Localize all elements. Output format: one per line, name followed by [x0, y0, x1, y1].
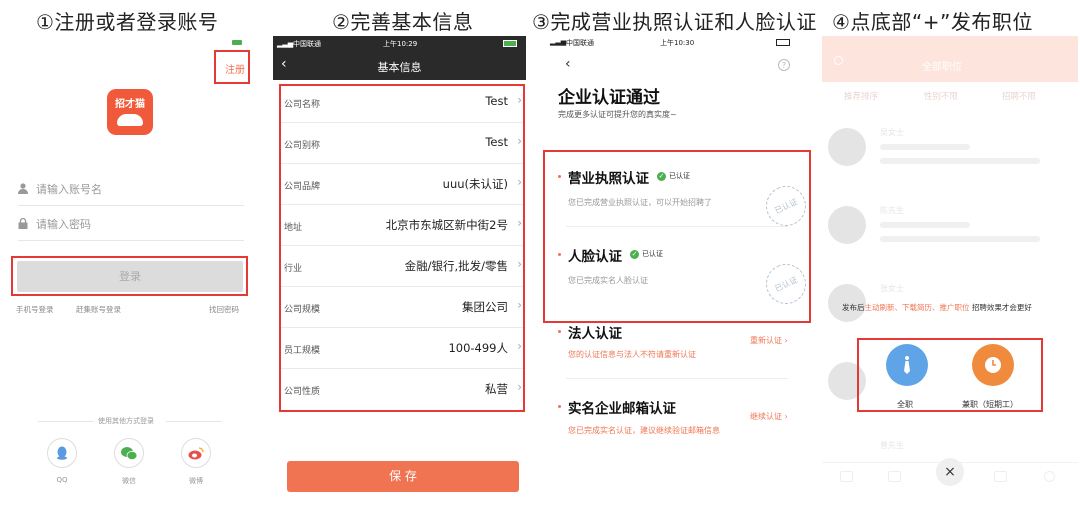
- divider-right: [166, 421, 222, 422]
- account-placeholder: 请输入账号名: [36, 182, 102, 196]
- qq-login-button[interactable]: [47, 438, 77, 468]
- logo-text: 招才猫: [115, 99, 145, 110]
- wechat-login-button[interactable]: [114, 438, 144, 468]
- ghost-name: 张女士: [880, 284, 904, 293]
- carrier-label: 中国联通: [566, 39, 594, 47]
- forgot-password-link[interactable]: 找回密码: [209, 304, 239, 315]
- signal-icon: ▂▃▅: [550, 38, 567, 46]
- page-title: 基本信息: [377, 61, 422, 74]
- qq-label: QQ: [56, 476, 68, 484]
- status-time: 上午10:30: [660, 39, 695, 47]
- ganji-login-link[interactable]: 赶集账号登录: [76, 304, 121, 315]
- filter-recruit: 招聘不限: [1002, 92, 1037, 102]
- app-logo: 招才猫: [107, 89, 153, 135]
- register-highlight: [214, 50, 250, 84]
- search-icon: [834, 56, 843, 65]
- password-field[interactable]: 请输入密码: [18, 207, 244, 241]
- step3-title: ③完成营业执照认证和人脸认证: [532, 10, 817, 34]
- password-placeholder: 请输入密码: [36, 217, 91, 231]
- cert-subheading: 完成更多认证可提升您的真实度~: [558, 110, 677, 119]
- battery-status-icon: [503, 40, 517, 47]
- filter-gender: 性别不限: [924, 92, 959, 102]
- status-bar: ▂▃▅ 中国联通 上午10:30: [550, 38, 800, 52]
- qq-icon: [57, 446, 67, 460]
- tab-icon: [840, 471, 853, 482]
- bullet-dot: [558, 405, 561, 408]
- ghost-candidate-row: 吴女士: [822, 118, 1078, 196]
- bullet-dot: [558, 330, 561, 333]
- email-action-link[interactable]: 继续认证 ›: [750, 411, 788, 422]
- step4-title: ④点底部“+”发布职位: [832, 10, 1033, 34]
- legal-action-link[interactable]: 重新认证 ›: [750, 335, 788, 346]
- cert-highlight: [543, 150, 811, 323]
- save-button[interactable]: 保 存: [287, 461, 519, 492]
- step1-title: ①注册或者登录账号: [36, 10, 219, 34]
- tab-icon: [1044, 471, 1055, 482]
- post-options-highlight: [857, 338, 1043, 412]
- weibo-login-button[interactable]: [181, 438, 211, 468]
- status-time: 上午10:29: [383, 40, 418, 48]
- login-highlight: [11, 256, 248, 296]
- wechat-label: 微信: [122, 477, 136, 485]
- close-icon: ×: [944, 464, 956, 480]
- filter-sort: 推荐排序: [844, 92, 879, 102]
- avatar: [828, 206, 866, 244]
- battery-icon: [232, 40, 242, 45]
- account-field[interactable]: 请输入账号名: [18, 172, 244, 206]
- ghost-name: 曾先生: [880, 441, 904, 450]
- legal-cert-desc: 您的认证信息与法人不符请重新认证: [568, 350, 696, 359]
- ghost-candidate-row: 陈先生: [822, 196, 1078, 274]
- cert-heading: 企业认证通过: [558, 88, 660, 108]
- filter-bar: 推荐排序 性别不限 招聘不限: [822, 84, 1078, 106]
- dimmed-topbar: 全部职位: [822, 36, 1078, 82]
- legal-cert-title: 法人认证: [568, 326, 622, 342]
- help-icon[interactable]: ?: [778, 59, 790, 71]
- close-button[interactable]: ×: [936, 458, 964, 486]
- tip-prefix: 发布后: [842, 303, 865, 312]
- topbar-title: 全部职位: [922, 62, 962, 73]
- avatar: [828, 128, 866, 166]
- tab-icon: [994, 471, 1007, 482]
- post-tip: 发布后主动刷新、下载简历、推广职位 招聘效果才会更好: [842, 302, 1032, 313]
- action-label: 重新认证: [750, 336, 782, 345]
- info-form-highlight: [279, 84, 525, 412]
- weibo-label: 微博: [189, 477, 203, 485]
- signal-icon: ▂▃▅: [277, 40, 294, 48]
- tip-suffix: 招聘效果才会更好: [971, 303, 1032, 312]
- divider: [566, 378, 788, 379]
- weibo-icon: [188, 446, 204, 459]
- cat-logo-icon: [117, 114, 143, 126]
- nav-bar: ‹ 基本信息: [273, 52, 526, 80]
- email-cert-desc: 您已完成实名认证，建议继续验证邮箱信息: [568, 426, 720, 435]
- tab-icon: [888, 471, 901, 482]
- lock-icon: [18, 218, 28, 229]
- email-cert-title: 实名企业邮箱认证: [568, 401, 676, 417]
- action-label: 继续认证: [750, 412, 782, 421]
- battery-status-icon: [776, 39, 790, 46]
- phone-login-link[interactable]: 手机号登录: [16, 304, 54, 315]
- back-chevron-icon[interactable]: ‹: [565, 56, 571, 72]
- step2-title: ②完善基本信息: [332, 10, 474, 34]
- status-bar: ▂▃▅ 中国联通 上午10:29: [273, 36, 526, 52]
- tip-highlight: 主动刷新、下载简历、推广职位: [864, 303, 970, 312]
- user-icon: [18, 183, 28, 194]
- ghost-name: 陈先生: [880, 206, 904, 215]
- ghost-name: 吴女士: [880, 128, 904, 137]
- carrier-label: 中国联通: [293, 40, 321, 48]
- other-methods-label: 使用其他方式登录: [98, 417, 154, 425]
- wechat-icon: [121, 446, 137, 460]
- divider-left: [38, 421, 94, 422]
